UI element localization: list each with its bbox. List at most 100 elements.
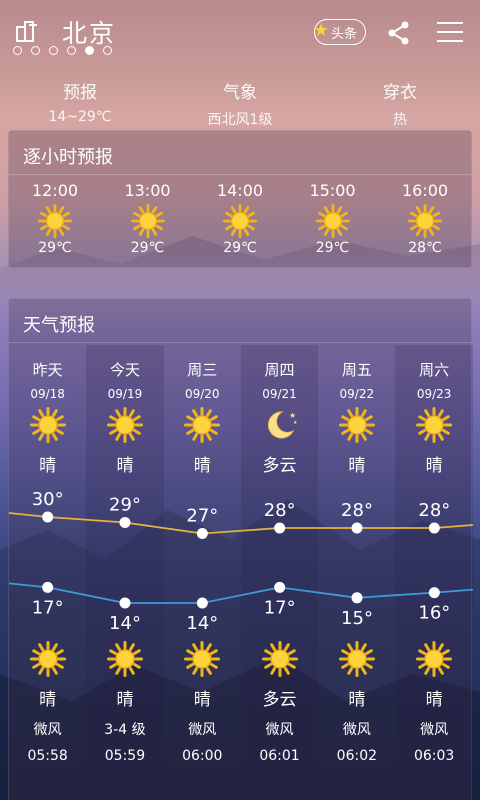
- night-condition: 晴: [39, 690, 57, 710]
- day-condition: 晴: [116, 456, 134, 476]
- day-condition: 晴: [425, 456, 443, 476]
- sunrise-time: 06:01: [259, 748, 300, 764]
- day-condition: 晴: [193, 456, 211, 476]
- sunrise-time: 05:59: [104, 748, 146, 764]
- daily-forecast-card[interactable]: 天气预报 昨天 09/18 晴 晴 微风 05:58 今天 09/19 晴 晴 …: [8, 298, 473, 800]
- page-dot: [31, 46, 40, 55]
- sun-icon: [416, 641, 453, 677]
- moon-icon: ★ ★: [267, 411, 298, 439]
- hour-time: 14:00: [216, 181, 264, 200]
- hourly-list: 12:00 29℃ 13:00 29℃ 14:00 29℃ 15:00 29℃ 16:0…: [9, 175, 471, 256]
- sun-icon: [416, 407, 453, 443]
- forecast-day-column[interactable]: 周六 09/23 晴 晴 微风 06:03: [395, 345, 473, 800]
- day-date: 09/22: [339, 387, 375, 401]
- city-name[interactable]: 北京: [62, 14, 116, 50]
- sun-icon: [106, 641, 143, 677]
- summary-title: 预报: [63, 83, 97, 103]
- summary-title: 气象: [223, 83, 257, 103]
- sun-icon: [106, 407, 143, 443]
- night-condition: 晴: [116, 690, 134, 710]
- summary-weather[interactable]: 气象 西北风1级: [160, 78, 320, 129]
- hourly-item: 13:00 29℃: [108, 181, 188, 256]
- wind-level: 微风: [265, 722, 294, 738]
- sunrise-time: 05:58: [27, 748, 68, 764]
- svg-text:★: ★: [293, 420, 298, 426]
- hourly-item: 12:00 29℃: [15, 181, 95, 256]
- hourly-item: 15:00 29℃: [293, 181, 373, 256]
- day-date: 09/18: [30, 387, 65, 401]
- menu-icon[interactable]: [437, 22, 463, 44]
- sun-icon: [408, 204, 442, 238]
- summary-forecast[interactable]: 预报 14~29℃: [0, 78, 160, 129]
- sun-icon: [184, 641, 221, 677]
- page-dot: [103, 46, 112, 55]
- wind-level: 微风: [342, 722, 371, 738]
- summary-value: 西北风1级: [207, 112, 273, 128]
- day-name: 周五: [341, 361, 372, 379]
- night-condition: 多云: [262, 690, 297, 710]
- day-name: 周六: [419, 361, 450, 379]
- forecast-day-column[interactable]: 今天 09/19 晴 晴 3-4 级 05:59: [86, 345, 164, 800]
- card-title: 天气预报: [9, 299, 471, 343]
- hour-time: 16:00: [401, 181, 449, 200]
- day-date: 09/19: [107, 387, 143, 401]
- hour-temp: 29℃: [223, 240, 257, 256]
- hour-time: 15:00: [309, 181, 356, 200]
- day-name: 今天: [109, 361, 140, 379]
- sun-icon: [130, 204, 165, 238]
- hourly-forecast-card[interactable]: 逐小时预报 12:00 29℃ 13:00 29℃ 14:00 29℃ 15:00 2…: [8, 130, 472, 268]
- forecast-day-column[interactable]: 周五 09/22 晴 晴 微风 06:02: [318, 345, 395, 800]
- day-date: 09/21: [262, 387, 297, 401]
- headline-news-button[interactable]: ★ 头条: [313, 19, 366, 45]
- svg-text:★: ★: [289, 411, 296, 420]
- sun-icon: [338, 641, 375, 677]
- page-dot: [49, 46, 58, 55]
- day-name: 周四: [264, 361, 295, 379]
- sun-icon: [29, 407, 66, 443]
- day-date: 09/23: [416, 387, 452, 401]
- sun-icon: [38, 204, 73, 238]
- headline-news-label: 头条: [331, 26, 358, 42]
- today-summary: 预报 14~29℃ 气象 西北风1级 穿衣 热: [0, 78, 480, 129]
- summary-value: 14~29℃: [48, 109, 112, 125]
- sunrise-time: 06:03: [413, 748, 455, 764]
- forecast-day-column[interactable]: 昨天 09/18 晴 晴 微风 05:58: [9, 345, 86, 800]
- page-dot: [13, 46, 22, 55]
- sun-icon: [338, 407, 375, 443]
- forecast-day-column[interactable]: 周四 09/21 ★ ★ 多云 多云 微风 06:01: [240, 345, 319, 800]
- card-title: 逐小时预报: [9, 131, 471, 175]
- day-date: 09/20: [184, 387, 220, 401]
- summary-title: 穿衣: [383, 83, 417, 103]
- day-condition: 多云: [262, 456, 297, 476]
- page-dot: [85, 46, 94, 55]
- star-icon: ★: [313, 20, 330, 41]
- share-icon[interactable]: [386, 20, 412, 46]
- summary-value: 热: [393, 112, 407, 128]
- sunrise-time: 06:00: [182, 748, 223, 764]
- daily-forecast-columns: 昨天 09/18 晴 晴 微风 05:58 今天 09/19 晴 晴 3-4 级…: [9, 345, 473, 800]
- day-name: 昨天: [32, 361, 63, 379]
- day-condition: 晴: [39, 456, 57, 476]
- forecast-day-column[interactable]: 周三 09/20 晴 晴 微风 06:00: [164, 345, 241, 800]
- sun-icon: [261, 641, 298, 677]
- hour-time: 12:00: [31, 181, 79, 200]
- night-condition: 晴: [193, 690, 211, 710]
- hour-temp: 28℃: [408, 240, 442, 256]
- page-dot: [67, 46, 76, 55]
- city-page-indicator: [13, 46, 112, 55]
- hour-temp: 29℃: [130, 240, 165, 256]
- sun-icon: [223, 204, 257, 238]
- wind-level: 3-4 级: [104, 722, 146, 738]
- summary-clothing[interactable]: 穿衣 热: [320, 78, 480, 129]
- day-name: 周三: [187, 361, 218, 379]
- hourly-item: 16:00 28℃: [385, 181, 465, 256]
- city-manage-icon[interactable]: [14, 18, 40, 44]
- wind-level: 微风: [420, 722, 449, 738]
- hour-time: 13:00: [124, 181, 171, 200]
- sun-icon: [29, 641, 66, 677]
- wind-level: 微风: [188, 722, 217, 738]
- night-condition: 晴: [348, 690, 366, 710]
- hour-temp: 29℃: [38, 240, 72, 256]
- sunrise-time: 06:02: [336, 748, 378, 764]
- wind-level: 微风: [33, 722, 62, 738]
